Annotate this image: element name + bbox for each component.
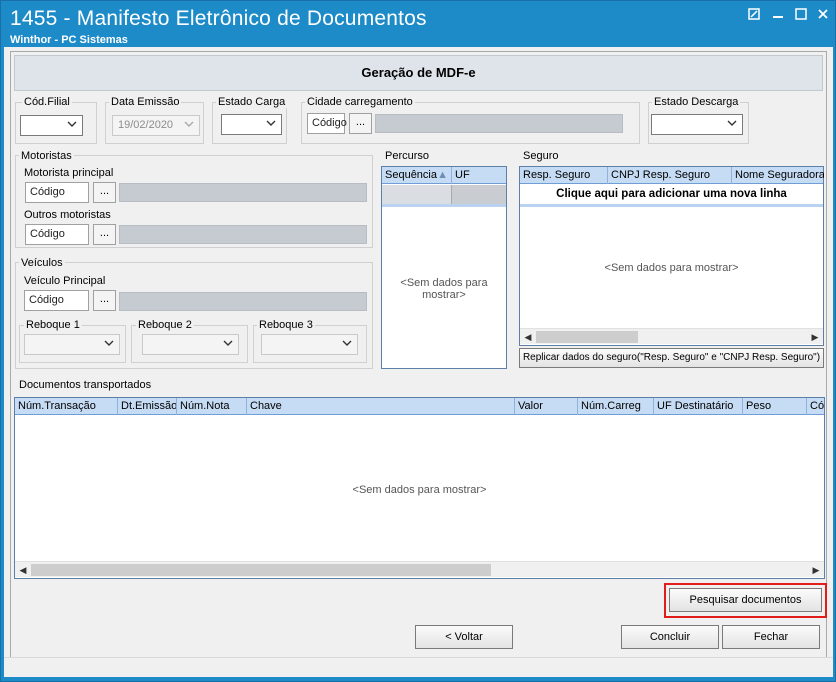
outros-motoristas-code-input[interactable]: Código <box>25 224 89 245</box>
outros-motoristas-browse-button[interactable]: ... <box>93 224 116 245</box>
percurso-divider <box>382 204 506 207</box>
motoristas-title: Motoristas <box>19 150 74 162</box>
chevron-down-icon <box>266 120 276 126</box>
scroll-left-icon[interactable]: ◀ <box>16 563 30 577</box>
documentos-grid[interactable]: Núm.Transação Dt.Emissão Núm.Nota Chave … <box>14 397 825 579</box>
documentos-title: Documentos transportados <box>19 379 152 391</box>
sort-asc-icon: ▲ <box>437 169 448 181</box>
estado-descarga-combo[interactable] <box>651 114 743 135</box>
percurso-grid[interactable]: Sequência ▲ UF <Sem dados para mostrar> <box>381 166 507 369</box>
cidade-carregamento-label: Cidade carregamento <box>305 96 415 108</box>
client-area: Geração de MDF-e Cód.Filial Data Emissão… <box>4 47 833 677</box>
percurso-col-sequencia[interactable]: Sequência ▲ <box>382 167 452 184</box>
scroll-right-icon[interactable]: ▶ <box>808 330 822 344</box>
doc-col-num-transacao[interactable]: Núm.Transação <box>15 398 118 415</box>
minimize-icon[interactable] <box>743 7 765 25</box>
outros-motoristas-name-field <box>119 225 367 244</box>
seguro-horizontal-scrollbar[interactable]: ◀ ▶ <box>520 328 823 344</box>
reboque1-label: Reboque 1 <box>24 319 82 331</box>
scroll-right-icon[interactable]: ▶ <box>809 563 823 577</box>
restore-icon[interactable] <box>767 7 789 25</box>
documentos-horizontal-scrollbar[interactable]: ◀ ▶ <box>15 561 824 577</box>
chevron-down-icon <box>184 121 194 127</box>
scroll-thumb[interactable] <box>536 331 638 343</box>
motorista-principal-code-input[interactable]: Código <box>25 182 89 203</box>
seguro-col-resp[interactable]: Resp. Seguro <box>520 167 608 184</box>
doc-col-uf-destinatario[interactable]: UF Destinatário <box>654 398 743 415</box>
motorista-principal-browse-button[interactable]: ... <box>93 182 116 203</box>
chevron-down-icon <box>223 340 233 346</box>
add-new-row[interactable]: Clique aqui para adicionar uma nova linh… <box>520 185 823 203</box>
seguro-divider <box>520 204 823 207</box>
maximize-icon[interactable] <box>790 7 812 25</box>
percurso-empty-text: <Sem dados para mostrar> <box>400 277 488 301</box>
motorista-principal-name-field <box>119 183 367 202</box>
seguro-empty-text: <Sem dados para mostrar> <box>604 262 739 274</box>
doc-col-chave[interactable]: Chave <box>247 398 515 415</box>
replicar-seguro-button[interactable]: Replicar dados do seguro("Resp. Seguro" … <box>519 348 824 368</box>
window-title: 1455 - Manifesto Eletrônico de Documento… <box>10 7 427 30</box>
seguro-grid[interactable]: Resp. Seguro CNPJ Resp. Seguro Nome Segu… <box>519 166 824 346</box>
documentos-empty-text: <Sem dados para mostrar> <box>352 484 487 496</box>
close-icon[interactable] <box>812 7 834 25</box>
percurso-filter-cell[interactable] <box>452 185 506 204</box>
reboque2-label: Reboque 2 <box>136 319 194 331</box>
concluir-button[interactable]: Concluir <box>621 625 719 649</box>
veiculo-principal-browse-button[interactable]: ... <box>93 290 116 311</box>
chevron-down-icon <box>67 121 77 127</box>
fechar-button[interactable]: Fechar <box>722 625 820 649</box>
reboque3-combo[interactable] <box>261 334 358 355</box>
reboque2-combo[interactable] <box>142 334 239 355</box>
doc-col-cod[interactable]: Cód <box>807 398 824 415</box>
chevron-down-icon <box>727 120 737 126</box>
window-subtitle: Winthor - PC Sistemas <box>10 34 128 46</box>
cidade-code-input[interactable]: Código <box>307 113 347 134</box>
veiculo-principal-label: Veículo Principal <box>24 275 106 287</box>
reboque1-combo[interactable] <box>24 334 120 355</box>
scroll-thumb[interactable] <box>31 564 491 576</box>
percurso-grid-header: Sequência ▲ UF <box>382 167 506 184</box>
highlight-box <box>664 583 827 618</box>
voltar-button[interactable]: < Voltar <box>415 625 513 649</box>
percurso-col-uf[interactable]: UF <box>452 167 508 184</box>
motorista-principal-label: Motorista principal <box>24 167 114 179</box>
doc-col-num-nota[interactable]: Núm.Nota <box>177 398 247 415</box>
seguro-col-cnpj[interactable]: CNPJ Resp. Seguro <box>608 167 732 184</box>
doc-col-dt-emissao[interactable]: Dt.Emissão <box>118 398 177 415</box>
seguro-grid-header: Resp. Seguro CNPJ Resp. Seguro Nome Segu… <box>520 167 824 184</box>
seguro-title: Seguro <box>523 150 559 162</box>
chevron-down-icon <box>342 340 352 346</box>
cod-filial-combo[interactable] <box>20 115 83 136</box>
data-emissao-field[interactable]: 19/02/2020 <box>112 115 200 136</box>
data-emissao-label: Data Emissão <box>109 96 182 108</box>
cidade-name-field <box>375 114 623 133</box>
doc-col-num-carreg[interactable]: Núm.Carreg <box>578 398 654 415</box>
seguro-col-nome[interactable]: Nome Seguradora <box>732 167 824 184</box>
veiculos-title: Veículos <box>19 257 65 269</box>
estado-descarga-label: Estado Descarga <box>652 96 741 108</box>
cidade-browse-button[interactable]: ... <box>349 113 372 134</box>
percurso-filter-cell[interactable] <box>382 185 452 204</box>
percurso-title: Percurso <box>385 150 430 162</box>
doc-col-peso[interactable]: Peso <box>743 398 807 415</box>
scroll-left-icon[interactable]: ◀ <box>521 330 535 344</box>
documentos-grid-header: Núm.Transação Dt.Emissão Núm.Nota Chave … <box>15 398 824 415</box>
estado-carga-combo[interactable] <box>221 114 282 135</box>
estado-carga-label: Estado Carga <box>216 96 288 108</box>
title-bar: 1455 - Manifesto Eletrônico de Documento… <box>1 1 835 47</box>
status-bar <box>4 657 833 677</box>
veiculo-principal-name-field <box>119 292 367 311</box>
page-title: Geração de MDF-e <box>14 55 823 91</box>
doc-col-valor[interactable]: Valor <box>515 398 578 415</box>
outros-motoristas-label: Outros motoristas <box>24 209 111 221</box>
chevron-down-icon <box>104 340 114 346</box>
reboque3-label: Reboque 3 <box>257 319 315 331</box>
veiculo-principal-code-input[interactable]: Código <box>24 290 89 311</box>
wizard-panel: Geração de MDF-e Cód.Filial Data Emissão… <box>10 51 827 663</box>
cod-filial-label: Cód.Filial <box>22 96 72 108</box>
application-window: 1455 - Manifesto Eletrônico de Documento… <box>0 0 836 682</box>
